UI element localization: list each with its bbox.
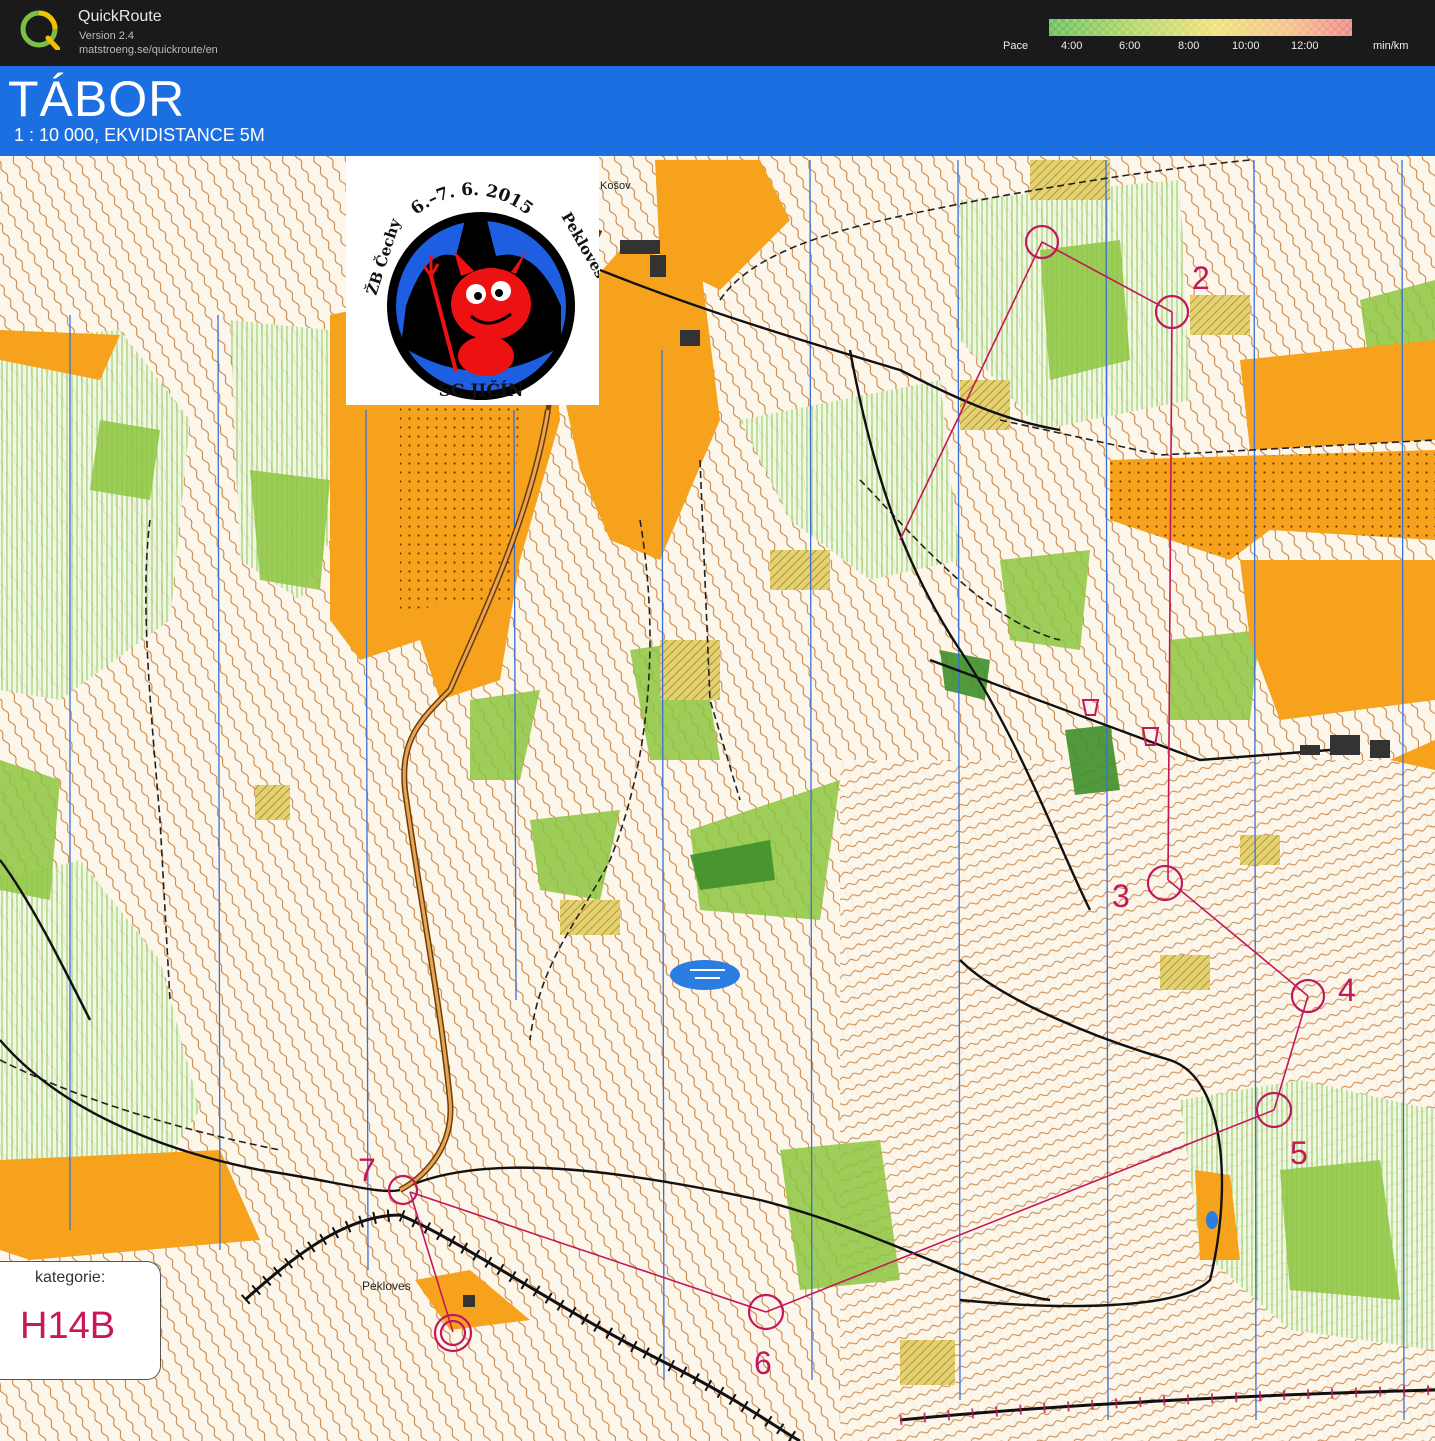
pace-tick: 10:00 <box>1232 40 1260 52</box>
pace-tick: 4:00 <box>1061 40 1083 52</box>
event-logo-icon: 6.–7. 6. 2015 ŽB Čechy Pekloves SC JIČÍN <box>363 180 610 401</box>
pace-unit: min/km <box>1373 40 1409 52</box>
map-title: TÁBOR <box>8 71 186 127</box>
place-label-kosov: Košov <box>600 180 631 192</box>
app-version: Version 2.4 <box>79 30 135 42</box>
control-number: 3 <box>1112 878 1130 914</box>
pace-color-scale <box>1049 19 1352 36</box>
pace-tick: 12:00 <box>1291 40 1319 52</box>
control-number: 6 <box>754 1345 772 1381</box>
pond <box>670 960 740 990</box>
pace-tick: 6:00 <box>1119 40 1141 52</box>
app-url[interactable]: matstroeng.se/quickroute/en <box>79 44 218 56</box>
control-number: 5 <box>1290 1135 1308 1171</box>
event-badge: 6.–7. 6. 2015 ŽB Čechy Pekloves SC JIČÍN <box>346 156 610 405</box>
quickroute-logo-icon <box>20 10 60 50</box>
control-number: 2 <box>1192 260 1210 296</box>
pace-label: Pace <box>1003 40 1029 52</box>
control-number: 7 <box>358 1152 376 1188</box>
badge-bottom-text: SC JIČÍN <box>439 380 524 401</box>
category-label: kategorie: <box>35 1269 106 1286</box>
orienteering-map[interactable] <box>0 66 1435 1441</box>
place-label-pekloves: Pekloves <box>362 1279 411 1293</box>
category-value: H14B <box>20 1305 116 1347</box>
app-toolbar: QuickRoute Version 2.4 matstroeng.se/qui… <box>0 0 1435 66</box>
map-scale-text: 1 : 10 000, EKVIDISTANCE 5M <box>14 125 265 145</box>
app-name: QuickRoute <box>78 8 162 25</box>
pace-tick: 8:00 <box>1178 40 1200 52</box>
control-number: 4 <box>1338 972 1356 1008</box>
